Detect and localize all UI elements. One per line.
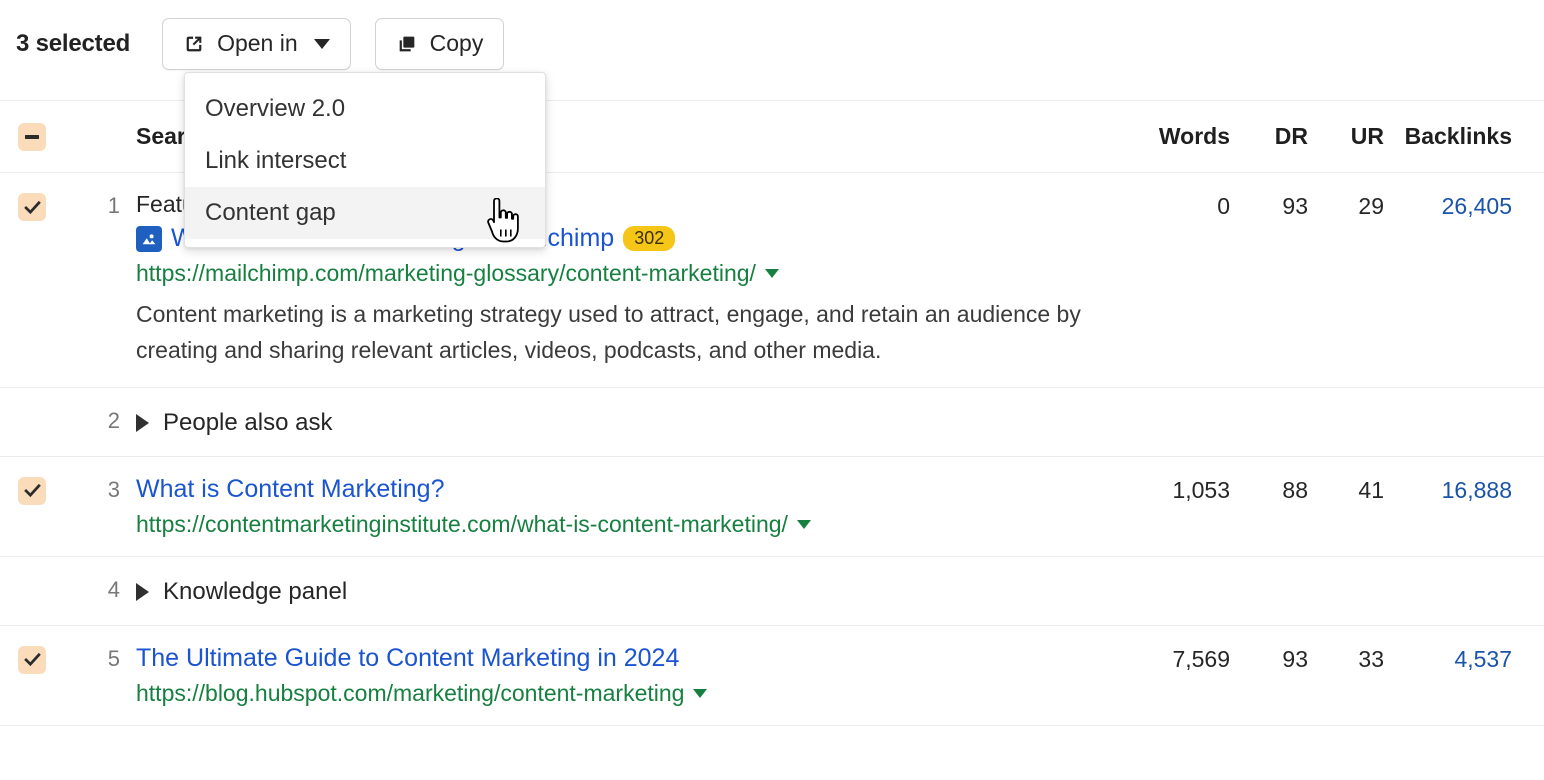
serp-feature-row[interactable]: Knowledge panel (136, 576, 1090, 606)
menu-item-overview-2-0[interactable]: Overview 2.0 (185, 83, 545, 135)
row-checkbox-cell (0, 557, 64, 577)
column-header-position (64, 127, 132, 147)
external-link-icon (183, 33, 205, 55)
check-icon (23, 200, 41, 214)
expand-triangle-icon[interactable] (136, 582, 149, 601)
copy-button-label: Copy (429, 29, 484, 56)
column-header-dr[interactable]: DR (1230, 123, 1308, 150)
row-checkbox-cell (0, 457, 64, 505)
row-position: 5 (107, 645, 120, 671)
result-title-link[interactable]: The Ultimate Guide to Content Marketing … (136, 644, 679, 673)
row-ur: 33 (1358, 645, 1384, 672)
row-content: What is Content Marketing? https://conte… (132, 457, 1090, 556)
row-position: 4 (107, 576, 120, 602)
result-title-link[interactable]: What is Content Marketing? (136, 475, 444, 504)
row-words (1090, 388, 1230, 408)
expand-triangle-icon[interactable] (136, 413, 149, 432)
row-backlinks (1384, 388, 1544, 408)
row-words (1090, 557, 1230, 577)
row-checkbox-cell (0, 388, 64, 408)
row-backlinks: 26,405 (1384, 173, 1544, 220)
chevron-down-icon (313, 39, 330, 49)
row-dr: 93 (1282, 193, 1308, 219)
image-result-icon (136, 225, 162, 252)
table-row: 4 Knowledge panel (0, 557, 1544, 626)
serp-feature-row[interactable]: People also ask (136, 407, 1090, 437)
row-backlinks: 16,888 (1384, 457, 1544, 504)
row-dr (1230, 557, 1308, 577)
row-words: 7,569 (1172, 645, 1230, 672)
row-words: 1,053 (1172, 476, 1230, 503)
row-position: 2 (107, 407, 120, 433)
table-row: 5 The Ultimate Guide to Content Marketin… (0, 626, 1544, 726)
result-url-line: https://mailchimp.com/marketing-glossary… (136, 260, 1090, 287)
menu-item-link-intersect[interactable]: Link intersect (185, 135, 545, 187)
row-dr: 93 (1282, 645, 1308, 672)
select-all-checkbox-cell (0, 122, 64, 151)
row-dr: 88 (1282, 476, 1308, 503)
check-icon (23, 484, 41, 498)
row-backlinks-link[interactable]: 4,537 (1454, 646, 1512, 672)
column-header-backlinks[interactable]: Backlinks (1384, 123, 1544, 150)
column-header-ur[interactable]: UR (1308, 123, 1384, 150)
row-checkbox-cell (0, 626, 64, 674)
row-position: 3 (107, 476, 120, 502)
minus-icon (25, 134, 39, 139)
row-backlinks-link[interactable]: 16,888 (1442, 477, 1512, 503)
open-in-dropdown-menu: Overview 2.0 Link intersect Content gap (184, 72, 546, 248)
result-url-line: https://blog.hubspot.com/marketing/conte… (136, 680, 1090, 707)
selected-count-label: 3 selected (16, 30, 131, 57)
check-icon (23, 653, 41, 667)
copy-button[interactable]: Copy (374, 18, 505, 70)
screenshot-root: 3 selected Open in Copy Search Words DR … (0, 0, 1544, 780)
row-words: 0 (1217, 193, 1230, 219)
row-backlinks (1384, 557, 1544, 577)
row-content: Knowledge panel (132, 557, 1090, 625)
row-backlinks-link[interactable]: 26,405 (1442, 193, 1512, 219)
serp-feature-label: People also ask (163, 408, 333, 436)
row-position: 1 (107, 193, 120, 218)
row-ur: 41 (1358, 476, 1384, 503)
row-ur (1308, 557, 1384, 577)
row-content: People also ask (132, 388, 1090, 456)
table-row: 3 What is Content Marketing? https://con… (0, 457, 1544, 557)
row-dr (1230, 388, 1308, 408)
serp-feature-label: Knowledge panel (163, 577, 348, 605)
open-in-button[interactable]: Open in (162, 18, 351, 70)
url-chevron-down-icon[interactable] (796, 519, 811, 529)
result-url-link[interactable]: https://blog.hubspot.com/marketing/conte… (136, 680, 684, 707)
copy-icon (396, 33, 418, 55)
row-checkbox[interactable] (18, 645, 46, 674)
row-ur (1308, 388, 1384, 408)
open-in-button-label: Open in (217, 29, 298, 56)
result-title-line: What is Content Marketing? (136, 475, 1090, 504)
menu-item-content-gap[interactable]: Content gap (185, 187, 545, 239)
url-chevron-down-icon[interactable] (764, 269, 779, 278)
url-chevron-down-icon[interactable] (693, 688, 708, 698)
row-backlinks: 4,537 (1384, 626, 1544, 673)
row-checkbox[interactable] (18, 193, 46, 221)
result-description: Content marketing is a marketing strateg… (136, 301, 1081, 363)
table-row: 2 People also ask (0, 388, 1544, 457)
result-url-line: https://contentmarketinginstitute.com/wh… (136, 511, 1090, 538)
row-checkbox-cell (0, 173, 64, 221)
result-url-link[interactable]: https://contentmarketinginstitute.com/wh… (136, 511, 788, 538)
column-header-words[interactable]: Words (1090, 123, 1230, 150)
result-title-line: The Ultimate Guide to Content Marketing … (136, 644, 1090, 673)
status-badge: 302 (623, 226, 676, 251)
row-checkbox[interactable] (18, 476, 46, 505)
row-ur: 29 (1358, 193, 1384, 219)
select-all-checkbox[interactable] (18, 122, 46, 151)
row-content: The Ultimate Guide to Content Marketing … (132, 626, 1090, 725)
result-url-link[interactable]: https://mailchimp.com/marketing-glossary… (136, 260, 756, 287)
